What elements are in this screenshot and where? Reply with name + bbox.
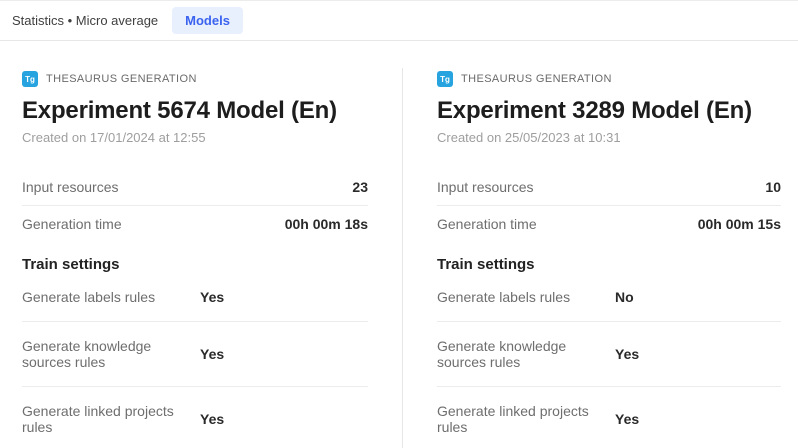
stat-row: Generation time 00h 00m 15s (437, 206, 781, 242)
stats-table: Input resources 10 Generation time 00h 0… (437, 169, 781, 242)
stat-label: Input resources (22, 179, 119, 195)
train-value: Yes (615, 346, 781, 362)
stat-value: 00h 00m 18s (285, 216, 368, 232)
train-value: Yes (615, 411, 781, 427)
topbar: Statistics • Micro average Models (0, 0, 798, 41)
train-settings-table: Generate labels rules No Generate knowle… (437, 273, 781, 448)
model-title: Experiment 5674 Model (En) (22, 97, 368, 125)
thesaurus-generation-icon: Tg (437, 71, 453, 87)
stats-table: Input resources 23 Generation time 00h 0… (22, 169, 368, 242)
model-header-left: Tg THESAURUS GENERATION (22, 71, 368, 87)
stat-row: Input resources 23 (22, 169, 368, 206)
stat-label: Generation time (22, 216, 122, 232)
created-date: Created on 17/01/2024 at 12:55 (22, 130, 368, 145)
train-value: Yes (200, 289, 368, 305)
train-settings-heading: Train settings (22, 256, 368, 273)
stat-row: Input resources 10 (437, 169, 781, 206)
category-label: THESAURUS GENERATION (461, 73, 612, 85)
train-label: Generate linked projects rules (437, 403, 615, 435)
train-row: Generate labels rules Yes (22, 273, 368, 322)
train-row: Generate linked projects rules Yes (22, 387, 368, 448)
train-row: Generate linked projects rules Yes (437, 387, 781, 448)
model-title: Experiment 3289 Model (En) (437, 97, 781, 125)
train-row: Generate labels rules No (437, 273, 781, 322)
stat-row: Generation time 00h 00m 18s (22, 206, 368, 242)
thesaurus-generation-icon: Tg (22, 71, 38, 87)
stat-value: 10 (765, 179, 781, 195)
train-label: Generate knowledge sources rules (437, 338, 615, 370)
train-row: Generate knowledge sources rules Yes (437, 322, 781, 387)
column-divider (402, 68, 403, 448)
train-value: No (615, 289, 781, 305)
train-label: Generate labels rules (437, 289, 615, 305)
train-label: Generate knowledge sources rules (22, 338, 200, 370)
stat-label: Input resources (437, 179, 534, 195)
category-label: THESAURUS GENERATION (46, 73, 197, 85)
train-value: Yes (200, 411, 368, 427)
models-tab[interactable]: Models (172, 7, 243, 34)
created-date: Created on 25/05/2023 at 10:31 (437, 130, 781, 145)
breadcrumb: Statistics • Micro average (12, 13, 158, 28)
stat-value: 00h 00m 15s (698, 216, 781, 232)
train-settings-heading: Train settings (437, 256, 781, 273)
model-card-left: Tg THESAURUS GENERATION Experiment 5674 … (0, 41, 402, 448)
stat-value: 23 (352, 179, 368, 195)
train-settings-table: Generate labels rules Yes Generate knowl… (22, 273, 368, 448)
train-label: Generate labels rules (22, 289, 200, 305)
model-header-right: Tg THESAURUS GENERATION (437, 71, 781, 87)
train-row: Generate knowledge sources rules Yes (22, 322, 368, 387)
comparison-view: Tg THESAURUS GENERATION Experiment 5674 … (0, 41, 798, 448)
model-card-right: Tg THESAURUS GENERATION Experiment 3289 … (402, 41, 798, 448)
stat-label: Generation time (437, 216, 537, 232)
train-value: Yes (200, 346, 368, 362)
train-label: Generate linked projects rules (22, 403, 200, 435)
